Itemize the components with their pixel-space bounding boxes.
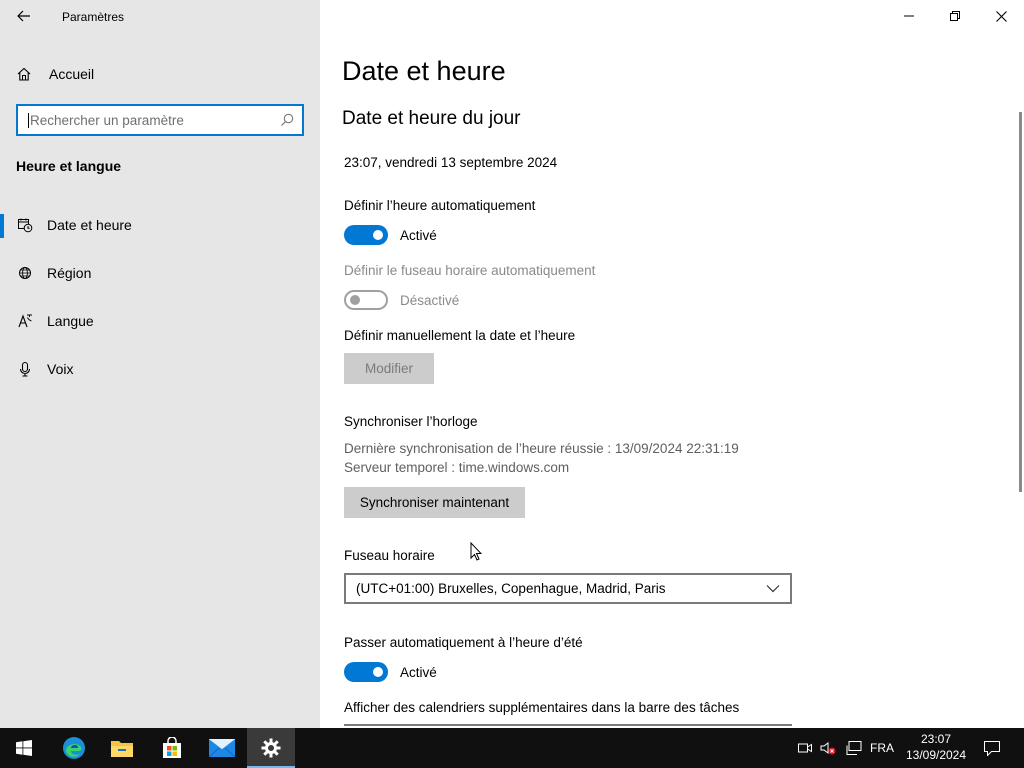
current-datetime: 23:07, vendredi 13 septembre 2024 xyxy=(344,155,558,170)
mail-icon xyxy=(209,739,235,757)
back-arrow-icon xyxy=(17,10,30,22)
tray-meet-now[interactable] xyxy=(795,728,815,768)
section-heading: Heure et langue xyxy=(16,158,122,174)
tray-clock[interactable]: 23:07 13/09/2024 xyxy=(898,731,974,763)
sidebar-item-voix[interactable]: Voix xyxy=(0,349,320,389)
store-icon xyxy=(163,737,181,758)
globe-icon xyxy=(16,264,34,282)
restore-icon xyxy=(950,11,960,21)
file-explorer-icon xyxy=(111,741,133,757)
extra-calendars-label: Afficher des calendriers supplémentaires… xyxy=(344,700,740,715)
taskbar-store[interactable] xyxy=(148,728,196,768)
tray-volume[interactable] xyxy=(818,728,838,768)
sidebar-item-label: Voix xyxy=(47,361,74,377)
page-title: Date et heure xyxy=(342,56,506,86)
home-label: Accueil xyxy=(49,66,95,82)
taskbar-edge[interactable] xyxy=(50,728,98,768)
sync-now-button[interactable]: Synchroniser maintenant xyxy=(344,487,525,518)
taskbar: FRA 23:07 13/09/2024 xyxy=(0,728,1024,768)
timezone-label: Fuseau horaire xyxy=(344,548,435,563)
last-sync-text: Dernière synchronisation de l’heure réus… xyxy=(344,441,739,456)
start-button[interactable] xyxy=(0,728,48,768)
minimize-icon xyxy=(904,15,914,17)
sidebar-item-label: Date et heure xyxy=(47,217,132,233)
tray-language[interactable]: FRA xyxy=(866,728,898,768)
microphone-icon xyxy=(16,360,34,378)
network-icon xyxy=(846,741,862,755)
auto-time-label: Définir l’heure automatiquement xyxy=(344,198,536,213)
dst-toggle[interactable] xyxy=(344,662,388,682)
app-title: Paramètres xyxy=(62,10,125,24)
sync-clock-label: Synchroniser l’horloge xyxy=(344,414,478,429)
auto-time-state: Activé xyxy=(400,228,437,243)
scrollbar[interactable] xyxy=(1019,112,1022,492)
taskbar-settings[interactable] xyxy=(247,728,295,768)
auto-time-toggle[interactable] xyxy=(344,225,388,245)
timezone-value: (UTC+01:00) Bruxelles, Copenhague, Madri… xyxy=(356,581,666,596)
timezone-dropdown[interactable]: (UTC+01:00) Bruxelles, Copenhague, Madri… xyxy=(344,573,792,604)
close-icon xyxy=(995,10,1007,22)
auto-timezone-label: Définir le fuseau horaire automatiquemen… xyxy=(344,263,596,278)
modify-button[interactable]: Modifier xyxy=(344,353,434,384)
auto-timezone-toggle[interactable] xyxy=(344,290,388,310)
camera-icon xyxy=(798,743,812,753)
windows-start-icon xyxy=(16,740,32,756)
chevron-down-icon xyxy=(766,585,780,593)
auto-timezone-state: Désactivé xyxy=(400,293,460,308)
mouse-cursor-icon xyxy=(470,542,482,561)
clock-time: 23:07 xyxy=(920,732,952,746)
manual-datetime-label: Définir manuellement la date et l’heure xyxy=(344,328,576,343)
sidebar-item-date-heure[interactable]: Date et heure xyxy=(0,205,320,245)
sidebar: Paramètres Accueil Heure et langue Date … xyxy=(0,0,320,728)
back-button[interactable] xyxy=(10,4,38,28)
sidebar-item-label: Région xyxy=(47,265,92,281)
home-link[interactable]: Accueil xyxy=(16,62,94,86)
sidebar-item-region[interactable]: Région xyxy=(0,253,320,293)
tray-notifications[interactable] xyxy=(978,728,1006,768)
settings-icon xyxy=(261,738,281,758)
language-icon xyxy=(16,312,34,330)
restore-button[interactable] xyxy=(932,0,978,32)
clock-calendar-icon xyxy=(16,216,34,234)
edge-icon xyxy=(63,737,85,759)
taskbar-mail[interactable] xyxy=(198,728,246,768)
volume-muted-icon xyxy=(820,742,836,755)
time-server-text: Serveur temporel : time.windows.com xyxy=(344,460,570,475)
tray-network[interactable] xyxy=(843,728,865,768)
taskbar-file-explorer[interactable] xyxy=(98,728,146,768)
notification-icon xyxy=(984,740,1000,756)
search-icon xyxy=(281,113,294,126)
dst-label: Passer automatiquement à l’heure d’été xyxy=(344,635,583,650)
clock-date: 13/09/2024 xyxy=(905,748,967,762)
home-icon xyxy=(17,67,31,81)
dst-state: Activé xyxy=(400,665,437,680)
sidebar-item-label: Langue xyxy=(47,313,94,329)
section-title: Date et heure du jour xyxy=(342,108,521,129)
minimize-button[interactable] xyxy=(886,0,932,32)
search-box[interactable] xyxy=(16,104,304,136)
close-button[interactable] xyxy=(978,0,1024,32)
main-content: Date et heure Date et heure du jour 23:0… xyxy=(320,0,1024,728)
search-input[interactable] xyxy=(28,112,268,128)
sidebar-item-langue[interactable]: Langue xyxy=(0,301,320,341)
